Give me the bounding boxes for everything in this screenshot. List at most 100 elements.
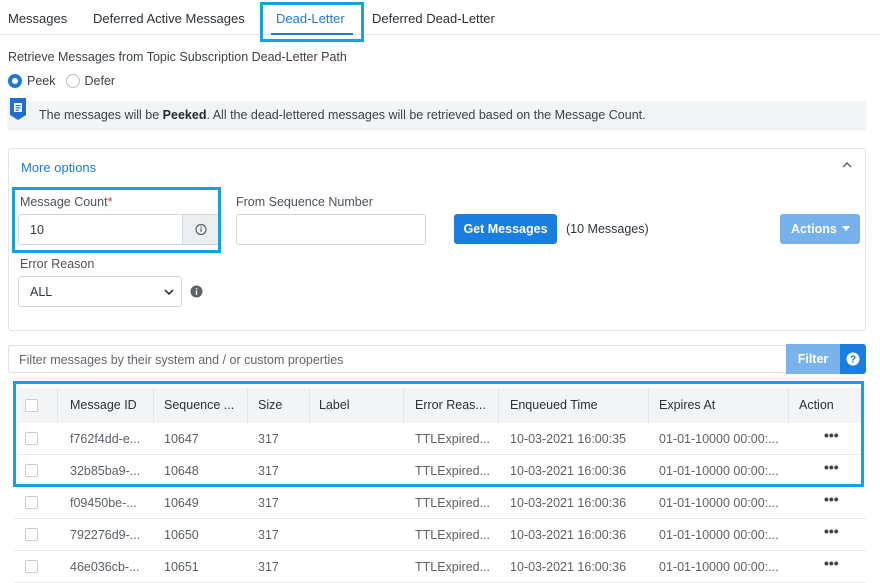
expires-at-cell: 01-01-10000 00:00:...: [659, 560, 779, 574]
info-circle-icon: [195, 223, 207, 236]
table-row[interactable]: 792276d9-... 10650 317 TTLExpired... 10-…: [14, 519, 866, 551]
column-separator: [247, 388, 248, 423]
column-header-sequence[interactable]: Sequence ...: [164, 398, 234, 412]
error-reason-cell: TTLExpired...: [415, 464, 491, 478]
defer-radio-label[interactable]: Defer: [85, 74, 116, 88]
from-sequence-number-input[interactable]: [236, 214, 426, 245]
tab-deferred-dead-letter[interactable]: Deferred Dead-Letter: [372, 11, 495, 26]
error-reason-info-icon[interactable]: [190, 285, 203, 298]
svg-text:?: ?: [850, 355, 856, 366]
row-action-menu-icon[interactable]: •••: [824, 491, 839, 507]
message-id-cell[interactable]: 32b85ba9-...: [70, 464, 140, 478]
message-id-cell[interactable]: f762f4dd-e...: [70, 432, 140, 446]
peek-radio-label[interactable]: Peek: [27, 74, 56, 88]
sequence-cell: 10647: [164, 432, 199, 446]
column-separator: [498, 388, 499, 423]
filter-button[interactable]: Filter: [786, 344, 840, 374]
message-count-label: Message Count*: [20, 195, 113, 209]
get-messages-button[interactable]: Get Messages: [454, 214, 557, 244]
column-separator: [153, 388, 154, 423]
more-options-title[interactable]: More options: [21, 160, 96, 175]
caret-down-icon: [842, 226, 850, 231]
tab-bar: Messages Deferred Active Messages Dead-L…: [0, 0, 880, 35]
retrieve-mode-group: Peek Defer: [8, 74, 125, 88]
active-tab-indicator: [271, 33, 353, 35]
error-reason-cell: TTLExpired...: [415, 528, 491, 542]
row-action-menu-icon[interactable]: •••: [824, 459, 839, 475]
peek-radio[interactable]: [8, 74, 22, 88]
message-id-cell[interactable]: 46e036cb-...: [70, 560, 140, 574]
chevron-up-icon[interactable]: [841, 159, 853, 171]
column-separator: [57, 388, 58, 423]
from-sequence-label: From Sequence Number: [236, 195, 373, 209]
row-action-menu-icon[interactable]: •••: [824, 555, 839, 571]
filter-input[interactable]: Filter messages by their system and / or…: [8, 345, 866, 373]
error-reason-cell: TTLExpired...: [415, 432, 491, 446]
size-cell: 317: [258, 528, 279, 542]
message-count-info-addon[interactable]: [182, 215, 218, 244]
row-checkbox[interactable]: [25, 560, 38, 573]
enqueued-time-cell: 10-03-2021 16:00:36: [510, 464, 627, 478]
size-cell: 317: [258, 496, 279, 510]
row-checkbox[interactable]: [25, 528, 38, 541]
row-checkbox[interactable]: [25, 496, 38, 509]
column-header-error-reason[interactable]: Error Reas...: [415, 398, 486, 412]
column-header-enqueued-time[interactable]: Enqueued Time: [510, 398, 598, 412]
column-header-action: Action: [799, 398, 834, 412]
sequence-cell: 10648: [164, 464, 199, 478]
sequence-cell: 10650: [164, 528, 199, 542]
table-row[interactable]: f762f4dd-e... 10647 317 TTLExpired... 10…: [14, 423, 866, 455]
table-row[interactable]: 32b85ba9-... 10648 317 TTLExpired... 10-…: [14, 455, 866, 487]
enqueued-time-cell: 10-03-2021 16:00:36: [510, 496, 627, 510]
table-row[interactable]: 46e036cb-... 10651 317 TTLExpired... 10-…: [14, 551, 866, 583]
column-separator: [309, 388, 310, 423]
row-checkbox[interactable]: [25, 464, 38, 477]
tab-dead-letter[interactable]: Dead-Letter: [276, 11, 345, 26]
error-reason-select[interactable]: ALL: [18, 276, 182, 307]
actions-dropdown-button[interactable]: Actions: [780, 214, 860, 244]
info-banner: The messages will be Peeked. All the dea…: [8, 98, 866, 128]
message-id-cell[interactable]: f09450be-...: [70, 496, 137, 510]
table-row[interactable]: f09450be-... 10649 317 TTLExpired... 10-…: [14, 487, 866, 519]
expires-at-cell: 01-01-10000 00:00:...: [659, 528, 779, 542]
column-separator: [403, 388, 404, 423]
question-circle-icon: ?: [846, 352, 860, 366]
enqueued-time-cell: 10-03-2021 16:00:35: [510, 432, 627, 446]
page-subtitle: Retrieve Messages from Topic Subscriptio…: [8, 50, 347, 64]
row-checkbox[interactable]: [25, 432, 38, 445]
expires-at-cell: 01-01-10000 00:00:...: [659, 432, 779, 446]
row-action-menu-icon[interactable]: •••: [824, 523, 839, 539]
enqueued-time-cell: 10-03-2021 16:00:36: [510, 528, 627, 542]
column-header-expires-at[interactable]: Expires At: [659, 398, 715, 412]
enqueued-time-cell: 10-03-2021 16:00:36: [510, 560, 627, 574]
info-message: The messages will be Peeked. All the dea…: [39, 108, 646, 122]
filter-help-button[interactable]: ?: [840, 344, 866, 374]
column-separator: [648, 388, 649, 423]
expires-at-cell: 01-01-10000 00:00:...: [659, 496, 779, 510]
tab-deferred-active-messages[interactable]: Deferred Active Messages: [93, 11, 245, 26]
tab-messages[interactable]: Messages: [8, 11, 67, 26]
error-reason-cell: TTLExpired...: [415, 560, 491, 574]
column-separator: [788, 388, 789, 423]
row-action-menu-icon[interactable]: •••: [824, 427, 839, 443]
error-reason-cell: TTLExpired...: [415, 496, 491, 510]
document-info-icon: [10, 98, 26, 120]
column-header-message-id[interactable]: Message ID: [70, 398, 137, 412]
select-all-checkbox[interactable]: [25, 399, 38, 412]
defer-radio[interactable]: [65, 74, 80, 88]
sequence-cell: 10649: [164, 496, 199, 510]
column-header-size[interactable]: Size: [258, 398, 282, 412]
more-options-panel: More options Message Count* 10 From Sequ…: [8, 148, 866, 331]
size-cell: 317: [258, 560, 279, 574]
chevron-down-icon: [164, 289, 174, 296]
table-header: Message ID Sequence ... Size Label Error…: [14, 388, 866, 423]
message-id-cell[interactable]: 792276d9-...: [70, 528, 140, 542]
size-cell: 317: [258, 432, 279, 446]
message-count-field[interactable]: 10: [18, 214, 219, 245]
error-reason-label: Error Reason: [20, 257, 95, 271]
messages-count-text: (10 Messages): [566, 222, 649, 236]
sequence-cell: 10651: [164, 560, 199, 574]
size-cell: 317: [258, 464, 279, 478]
column-header-label[interactable]: Label: [319, 398, 350, 412]
expires-at-cell: 01-01-10000 00:00:...: [659, 464, 779, 478]
